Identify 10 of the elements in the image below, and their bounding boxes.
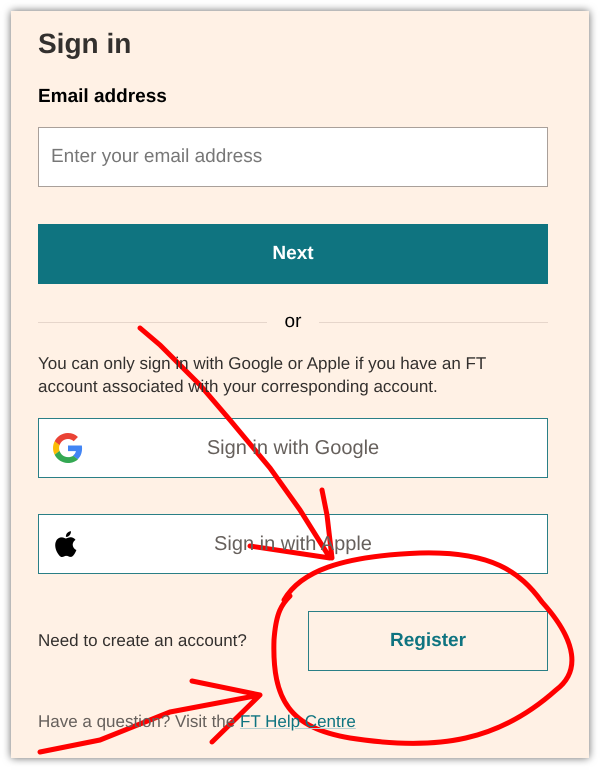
email-field[interactable]: Enter your email address (38, 127, 548, 187)
apple-logo-icon (53, 530, 77, 558)
google-logo-icon (53, 433, 83, 463)
page-title: Sign in (38, 27, 132, 61)
register-button[interactable]: Register (308, 611, 548, 671)
help-centre-link[interactable]: FT Help Centre (240, 712, 356, 731)
next-button[interactable]: Next (38, 224, 548, 284)
register-prompt: Need to create an account? (38, 630, 247, 652)
divider-text: or (284, 310, 302, 334)
field-label: Email address (38, 85, 167, 109)
